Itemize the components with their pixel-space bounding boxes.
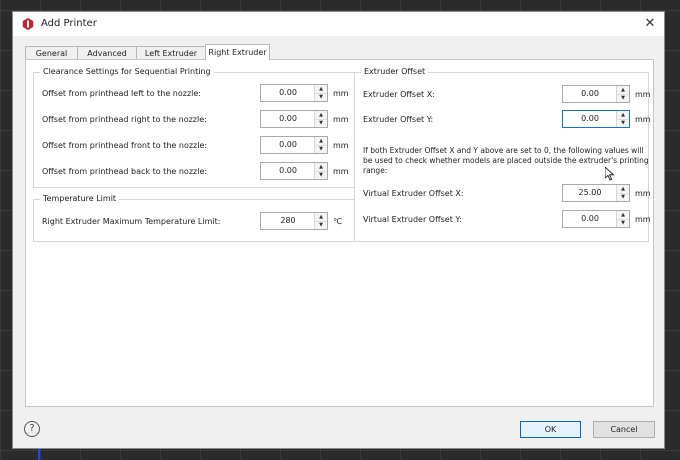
offset-back-input[interactable] (263, 163, 313, 179)
virtual-offset-y-decrement-icon[interactable]: ▼ (617, 219, 629, 227)
offset-left-decrement-icon[interactable]: ▼ (315, 93, 327, 101)
offset-right-unit: mm (333, 115, 349, 124)
extruder-offset-y-spinbox[interactable]: ▲ ▼ (562, 110, 630, 128)
tab-general[interactable]: General (25, 46, 78, 59)
temperature-limit-group: Temperature Limit Right Extruder Maximum… (33, 194, 360, 242)
cancel-button[interactable]: Cancel (593, 421, 655, 438)
extruder-offset-y-unit: mm (635, 115, 651, 124)
virtual-offset-y-input[interactable] (565, 211, 615, 227)
max-temperature-arrows: ▲ ▼ (314, 213, 327, 229)
extruder-offset-x-arrows: ▲ ▼ (616, 86, 629, 102)
clearance-group-title: Clearance Settings for Sequential Printi… (40, 67, 214, 76)
close-button[interactable]: ✕ (642, 16, 658, 32)
max-temperature-label: Right Extruder Maximum Temperature Limit… (42, 217, 221, 226)
max-temperature-input[interactable] (263, 213, 313, 229)
extruder-offset-x-decrement-icon[interactable]: ▼ (617, 94, 629, 102)
offset-right-label: Offset from printhead right to the nozzl… (42, 115, 207, 124)
offset-back-unit: mm (333, 167, 349, 176)
virtual-offset-x-input[interactable] (565, 185, 615, 201)
virtual-offset-y-spinbox[interactable]: ▲ ▼ (562, 210, 630, 228)
offset-left-input[interactable] (263, 85, 313, 101)
extruder-offset-y-arrows: ▲ ▼ (616, 111, 629, 127)
offset-back-decrement-icon[interactable]: ▼ (315, 171, 327, 179)
extruder-offset-x-label: Extruder Offset X: (363, 90, 435, 99)
extruder-offset-x-unit: mm (635, 90, 651, 99)
virtual-offset-x-spinbox[interactable]: ▲ ▼ (562, 184, 630, 202)
max-temperature-decrement-icon[interactable]: ▼ (315, 221, 327, 229)
extruder-offset-y-decrement-icon[interactable]: ▼ (617, 119, 629, 127)
extruder-offset-group-title: Extruder Offset (361, 67, 429, 76)
offset-right-decrement-icon[interactable]: ▼ (315, 119, 327, 127)
temperature-group-title: Temperature Limit (40, 194, 120, 203)
virtual-offset-y-unit: mm (635, 215, 651, 224)
add-printer-dialog: Add Printer ✕ General Advanced Left Extr… (12, 11, 665, 449)
offset-back-arrows: ▲ ▼ (314, 163, 327, 179)
offset-front-spinbox[interactable]: ▲ ▼ (260, 136, 328, 154)
offset-front-unit: mm (333, 141, 349, 150)
extruder-offset-x-spinbox[interactable]: ▲ ▼ (562, 85, 630, 103)
mouse-pointer-icon (605, 167, 615, 181)
offset-left-arrows: ▲ ▼ (314, 85, 327, 101)
virtual-offset-y-label: Virtual Extruder Offset Y: (363, 215, 462, 224)
close-icon: ✕ (644, 16, 656, 31)
offset-left-unit: mm (333, 89, 349, 98)
title-bar: Add Printer ✕ (13, 12, 664, 36)
virtual-offset-x-decrement-icon[interactable]: ▼ (617, 193, 629, 201)
offset-right-input[interactable] (263, 111, 313, 127)
extruder-offset-y-label: Extruder Offset Y: (363, 115, 434, 124)
extruder-offset-group: Extruder Offset Extruder Offset X: ▲ ▼ m… (354, 67, 651, 242)
offset-left-spinbox[interactable]: ▲ ▼ (260, 84, 328, 102)
offset-front-label: Offset from printhead front to the nozzl… (42, 141, 208, 150)
offset-front-decrement-icon[interactable]: ▼ (315, 145, 327, 153)
ok-button[interactable]: OK (520, 421, 581, 438)
dialog-title: Add Printer (41, 18, 97, 29)
offset-back-label: Offset from printhead back to the nozzle… (42, 167, 208, 176)
virtual-offset-y-arrows: ▲ ▼ (616, 211, 629, 227)
virtual-offset-x-arrows: ▲ ▼ (616, 185, 629, 201)
extruder-offset-x-input[interactable] (565, 86, 615, 102)
offset-front-arrows: ▲ ▼ (314, 137, 327, 153)
offset-front-input[interactable] (263, 137, 313, 153)
offset-right-spinbox[interactable]: ▲ ▼ (260, 110, 328, 128)
help-icon: ? (29, 423, 35, 434)
app-logo-icon (22, 18, 34, 30)
offset-left-label: Offset from printhead left to the nozzle… (42, 89, 201, 98)
tab-right-extruder[interactable]: Right Extruder (205, 44, 270, 60)
help-button[interactable]: ? (24, 421, 40, 437)
virtual-offset-x-label: Virtual Extruder Offset X: (363, 189, 464, 198)
tab-left-extruder[interactable]: Left Extruder (136, 46, 206, 59)
virtual-offset-x-unit: mm (635, 189, 651, 198)
offset-right-arrows: ▲ ▼ (314, 111, 327, 127)
right-extruder-panel: Clearance Settings for Sequential Printi… (25, 59, 654, 407)
max-temperature-spinbox[interactable]: ▲ ▼ (260, 212, 328, 230)
offset-back-spinbox[interactable]: ▲ ▼ (260, 162, 328, 180)
extruder-offset-y-input[interactable] (565, 111, 615, 127)
max-temperature-unit: ℃ (333, 217, 342, 226)
clearance-settings-group: Clearance Settings for Sequential Printi… (33, 67, 360, 188)
tab-advanced[interactable]: Advanced (77, 46, 137, 59)
